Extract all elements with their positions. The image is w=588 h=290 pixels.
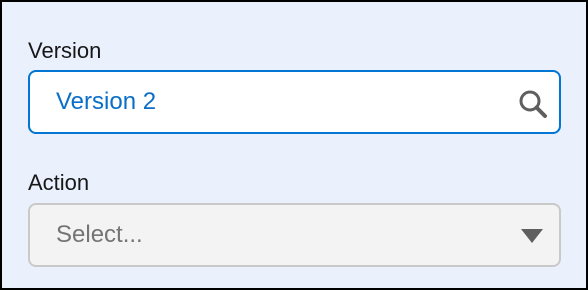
- action-select[interactable]: Select...: [28, 203, 561, 267]
- form-panel: Version Version 2 Action Select...: [0, 0, 588, 290]
- version-label: Version: [28, 38, 102, 63]
- action-label: Action: [28, 170, 90, 195]
- search-icon[interactable]: [517, 88, 549, 120]
- version-lookup-field[interactable]: Version 2: [28, 70, 561, 134]
- caret-down-icon: [521, 229, 543, 243]
- version-lookup-value: Version 2: [56, 88, 157, 115]
- action-select-placeholder: Select...: [56, 221, 143, 248]
